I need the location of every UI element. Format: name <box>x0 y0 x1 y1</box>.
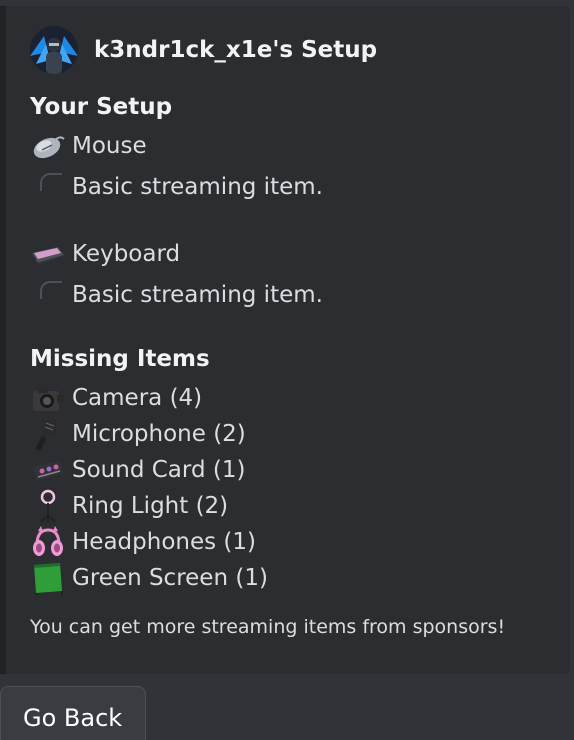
discord-message: k3ndr1ck_x1e's Setup Your Setup Mouse Ba… <box>0 0 574 740</box>
setup-item-description: Basic streaming item. <box>72 174 323 200</box>
missing-item-label: Sound Card (1) <box>72 457 246 483</box>
reply-connector <box>40 173 62 191</box>
headphones-icon <box>33 526 63 556</box>
setup-embed: k3ndr1ck_x1e's Setup Your Setup Mouse Ba… <box>0 6 570 674</box>
missing-item-sound-card: Sound Card (1) <box>30 452 245 488</box>
setup-item-label: Mouse <box>72 133 147 159</box>
missing-item-headphones: Headphones (1) <box>30 524 256 560</box>
setup-item-description: Basic streaming item. <box>72 282 323 308</box>
keyboard-icon <box>32 247 64 265</box>
avatar[interactable] <box>30 26 78 74</box>
your-setup-heading: Your Setup <box>30 94 173 120</box>
missing-item-green-screen: Green Screen (1) <box>30 560 268 596</box>
missing-item-label: Microphone (2) <box>72 421 246 447</box>
missing-item-label: Camera (4) <box>72 385 203 411</box>
missing-item-label: Headphones (1) <box>72 529 256 555</box>
missing-item-label: Ring Light (2) <box>72 493 229 519</box>
green-screen-icon <box>34 563 63 595</box>
embed-footer-text: You can get more streaming items from sp… <box>30 616 506 638</box>
setup-item-keyboard: Keyboard <box>30 236 180 272</box>
go-back-button[interactable]: Go Back <box>0 686 146 740</box>
missing-items-heading: Missing Items <box>30 346 210 372</box>
embed-title: k3ndr1ck_x1e's Setup <box>94 37 378 63</box>
embed-author: k3ndr1ck_x1e's Setup <box>30 26 377 74</box>
mouse-icon <box>33 136 65 159</box>
missing-item-camera: Camera (4) <box>30 380 202 416</box>
setup-item-mouse: Mouse <box>30 128 147 164</box>
microphone-icon <box>35 419 58 451</box>
camera-icon <box>33 387 64 411</box>
setup-item-label: Keyboard <box>72 241 181 267</box>
missing-item-label: Green Screen (1) <box>72 565 268 591</box>
sound-card-icon <box>32 461 64 481</box>
ring-light-icon <box>40 489 56 523</box>
reply-connector <box>40 281 62 299</box>
missing-item-ring-light: Ring Light (2) <box>30 488 228 524</box>
missing-item-microphone: Microphone (2) <box>30 416 246 452</box>
